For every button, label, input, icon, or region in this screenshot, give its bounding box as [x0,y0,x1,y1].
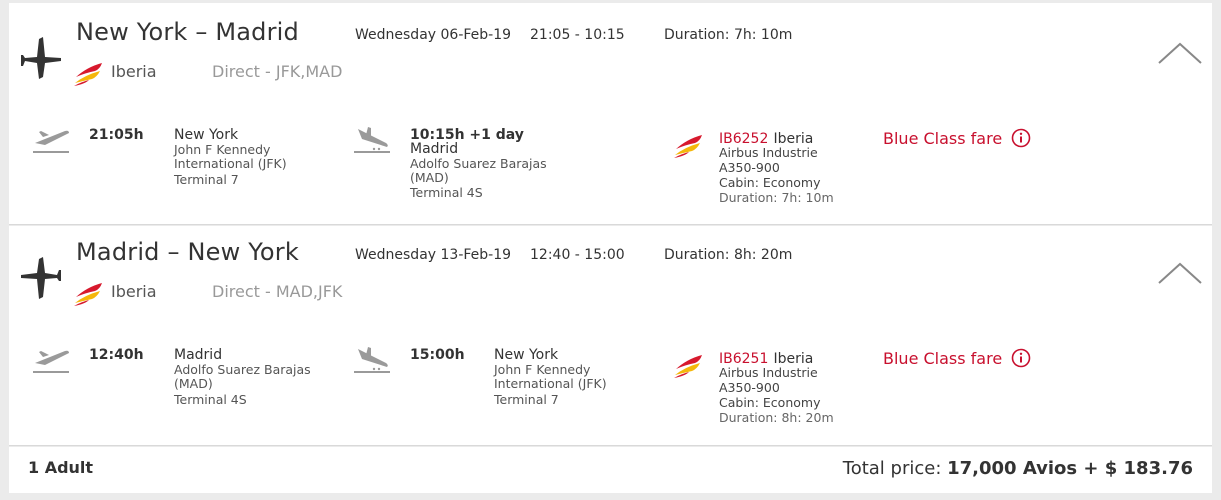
flight-date: Wednesday 06-Feb-19 [355,27,512,43]
info-icon[interactable] [1011,128,1031,148]
fare-class: Blue Class fare [883,129,1003,148]
takeoff-icon [33,130,69,153]
aircraft-model: A350-900 [719,380,780,395]
arrival-terminal: Terminal 7 [494,392,559,407]
airplane-icon [21,257,61,299]
departure-airport: John F Kennedy International (JFK) [174,142,287,171]
arrival-airport: Adolfo Suarez Barajas (MAD) [410,156,547,185]
cabin-class: Cabin: Economy [719,395,821,410]
segment-duration: Duration: 8h: 20m [719,410,834,425]
total-price-value: 17,000 Avios + $ 183.76 [947,458,1193,479]
fare-class: Blue Class fare [883,349,1003,368]
chevron-up-icon[interactable] [1157,261,1203,287]
chevron-up-icon[interactable] [1157,41,1203,67]
arrival-time: 15:00h [410,347,465,363]
flight-date: Wednesday 13-Feb-19 [355,247,512,263]
cabin-class: Cabin: Economy [719,175,821,190]
takeoff-icon [33,350,69,373]
info-icon[interactable] [1011,348,1031,368]
direct-info: Direct - JFK,MAD [212,62,343,81]
route-title: Madrid – New York [76,238,299,266]
flight-duration: Duration: 8h: 20m [664,247,793,263]
arrival-airport: John F Kennedy International (JFK) [494,362,607,391]
departure-city: New York [174,127,239,143]
departure-time: 12:40h [89,347,144,363]
aircraft-model: A350-900 [719,160,780,175]
iberia-logo-icon [674,355,702,378]
landing-icon [354,347,390,373]
aircraft-maker: Airbus Industrie [719,145,818,160]
direct-info: Direct - MAD,JFK [212,282,343,301]
flight-duration: Duration: 7h: 10m [664,27,793,43]
departure-airport: Adolfo Suarez Barajas (MAD) [174,362,311,391]
arrival-city: New York [494,347,559,363]
arrival-terminal: Terminal 4S [410,185,483,200]
departure-city: Madrid [174,347,223,363]
return-segment: Madrid – New York Wednesday 13-Feb-19 12… [9,226,1212,446]
flight-times: 21:05 - 10:15 [530,27,625,43]
departure-time: 21:05h [89,127,144,143]
iberia-logo-icon [74,283,102,306]
airline-name: Iberia [111,282,157,301]
aircraft-maker: Airbus Industrie [719,365,818,380]
outbound-segment: New York – Madrid Wednesday 06-Feb-19 21… [9,3,1212,225]
iberia-logo-icon [74,63,102,86]
total-price-label: Total price: [842,458,942,479]
flight-times: 12:40 - 15:00 [530,247,625,263]
price-footer: 1 Adult Total price: 17,000 Avios + $ 18… [9,447,1212,493]
segment-duration: Duration: 7h: 10m [719,190,834,205]
departure-terminal: Terminal 7 [174,172,239,187]
airline-name: Iberia [111,62,157,81]
airplane-icon [21,37,61,79]
iberia-logo-icon [674,135,702,158]
departure-terminal: Terminal 4S [174,392,247,407]
passenger-count: 1 Adult [28,458,94,477]
arrival-city: Madrid [410,141,459,157]
landing-icon [354,127,390,153]
total-price: Total price: 17,000 Avios + $ 183.76 [843,458,1193,479]
route-title: New York – Madrid [76,18,299,46]
